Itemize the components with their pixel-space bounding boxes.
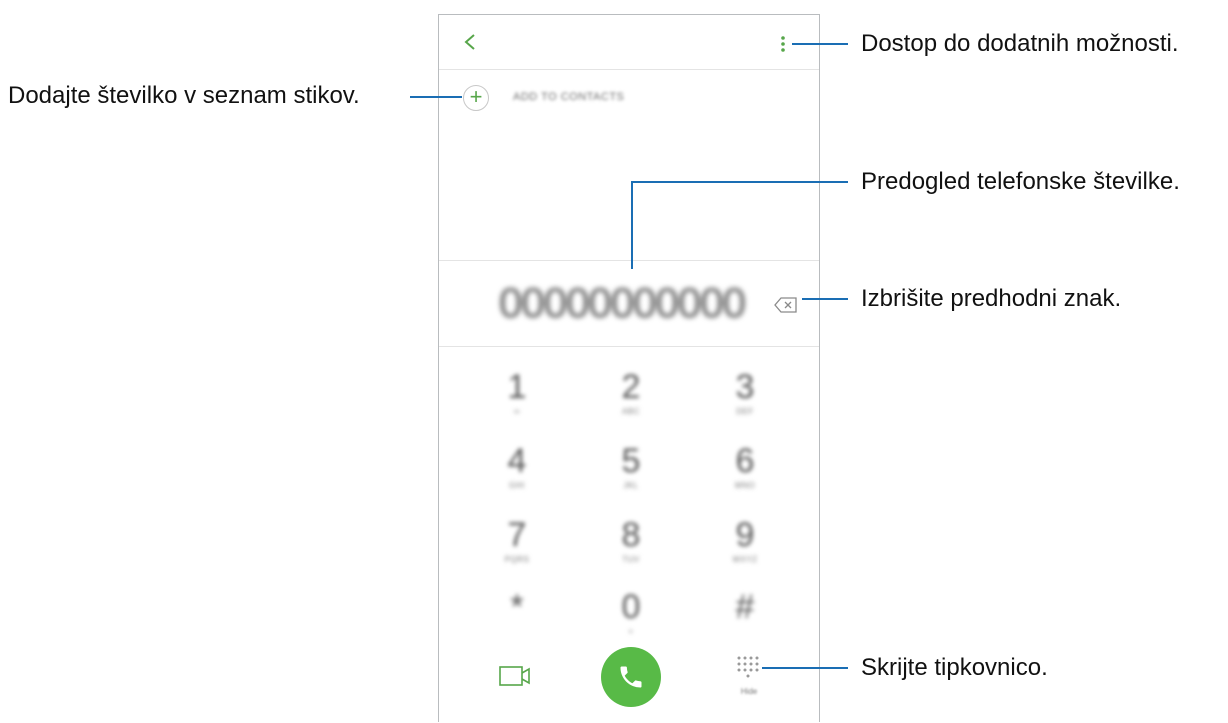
- key-7[interactable]: 7 PQRS: [487, 515, 547, 585]
- hide-keypad-label: Hide: [740, 687, 758, 696]
- callout-delete-char: Izbrišite predhodni znak.: [861, 285, 1122, 312]
- key-digit: 1: [507, 368, 527, 406]
- call-button[interactable]: [601, 647, 661, 707]
- keypad-icon[interactable]: [735, 655, 763, 683]
- add-to-contacts-row[interactable]: + ADD TO CONTACTS: [439, 69, 819, 129]
- key-letters: MNO: [734, 481, 756, 490]
- key-digit: 4: [507, 442, 527, 480]
- bottom-action-bar: Hide: [439, 615, 819, 723]
- callout-hide-keypad: Skrijte tipkovnico.: [861, 654, 1048, 681]
- video-call-icon[interactable]: [499, 665, 531, 687]
- key-4[interactable]: 4 GHI: [487, 441, 547, 511]
- key-digit: 6: [735, 442, 755, 480]
- key-2[interactable]: 2 ABC: [601, 367, 661, 437]
- number-preview: 00000000000: [439, 260, 819, 347]
- top-bar: [439, 15, 819, 70]
- leader-more-options: [792, 43, 848, 45]
- key-letters: WXYZ: [732, 555, 758, 564]
- key-digit: 8: [621, 516, 641, 554]
- key-9[interactable]: 9 WXYZ: [715, 515, 775, 585]
- key-letters: DEF: [736, 407, 754, 416]
- add-icon[interactable]: +: [463, 85, 489, 111]
- key-letters: PQRS: [504, 555, 530, 564]
- back-icon[interactable]: [461, 32, 479, 52]
- key-6[interactable]: 6 MNO: [715, 441, 775, 511]
- leader-number-preview-h: [631, 181, 848, 183]
- key-digit: 3: [735, 368, 755, 406]
- key-3[interactable]: 3 DEF: [715, 367, 775, 437]
- key-digit: 2: [621, 368, 641, 406]
- leader-number-preview-v: [631, 181, 633, 269]
- leader-hide-keypad: [762, 667, 848, 669]
- key-5[interactable]: 5 JKL: [601, 441, 661, 511]
- key-1[interactable]: 1 ∞: [487, 367, 547, 437]
- key-digit: 5: [621, 442, 641, 480]
- phone-icon: [620, 666, 642, 688]
- callout-number-preview: Predogled telefonske številke.: [861, 168, 1180, 195]
- callout-more-options: Dostop do dodatnih možnosti.: [861, 30, 1179, 57]
- more-options-icon[interactable]: [779, 35, 787, 53]
- key-letters: GHI: [509, 481, 525, 490]
- callout-add-to-contacts: Dodajte številko v seznam stikov.: [8, 82, 360, 109]
- backspace-icon[interactable]: [774, 297, 798, 313]
- phone-screen: + ADD TO CONTACTS 00000000000 1 ∞ 2 ABC …: [438, 14, 820, 722]
- key-letters: JKL: [623, 481, 639, 490]
- leader-add-to-contacts: [410, 96, 462, 98]
- key-8[interactable]: 8 TUV: [601, 515, 661, 585]
- leader-delete-char: [802, 298, 848, 300]
- key-digit: 9: [735, 516, 755, 554]
- key-letters: TUV: [622, 555, 640, 564]
- key-digit: 7: [507, 516, 527, 554]
- phone-number-display: 00000000000: [499, 279, 746, 326]
- key-letters: ABC: [622, 407, 640, 416]
- key-letters: ∞: [513, 407, 521, 416]
- add-to-contacts-label: ADD TO CONTACTS: [513, 91, 625, 103]
